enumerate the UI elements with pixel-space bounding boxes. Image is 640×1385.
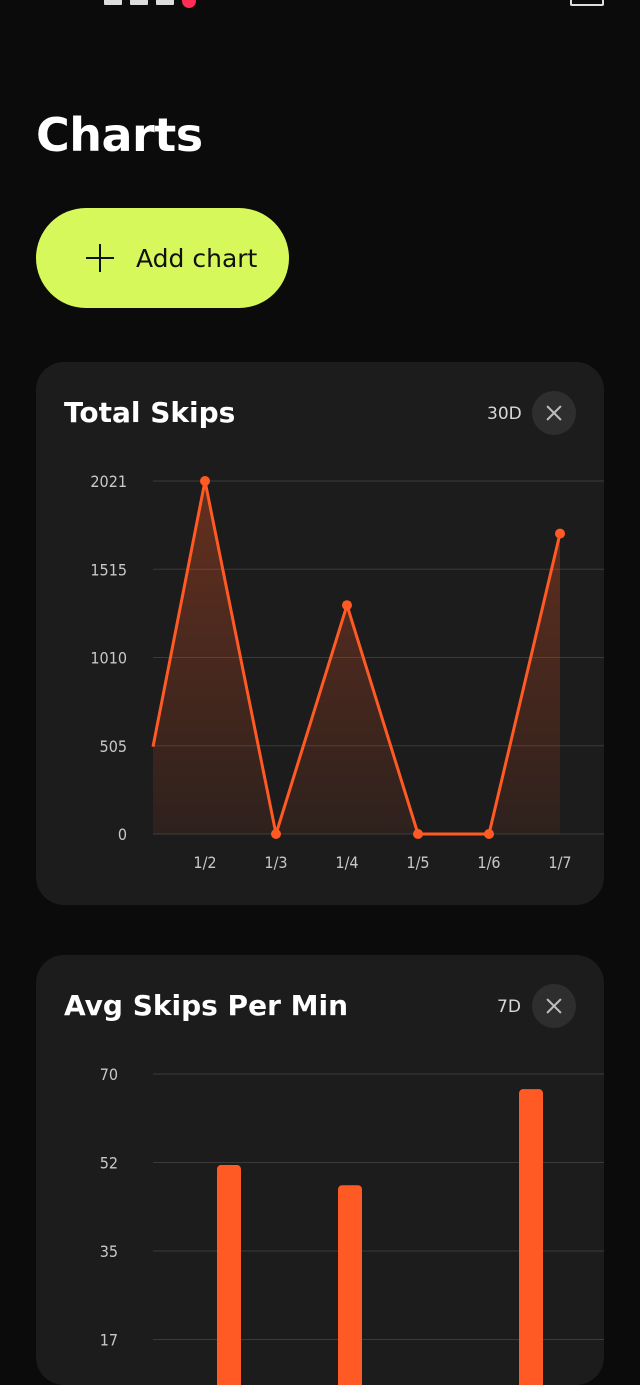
plus-icon <box>86 244 114 272</box>
y-tick-label: 17 <box>100 1331 118 1350</box>
status-icons-right <box>570 0 604 6</box>
bar-chart: 70 52 35 17 <box>100 1065 604 1385</box>
data-point <box>413 829 423 839</box>
signal-icon <box>104 0 122 5</box>
data-point <box>271 829 281 839</box>
data-point <box>342 600 352 611</box>
data-point <box>484 829 494 839</box>
signal-icon <box>130 0 148 5</box>
y-tick-label: 1010 <box>90 649 127 668</box>
wifi-icon <box>156 0 174 5</box>
chart-card-avg-skips-per-min: Avg Skips Per Min 7D 70 52 35 17 <box>36 955 604 1385</box>
bar <box>338 1185 362 1385</box>
x-tick-label: 1/5 <box>406 853 429 872</box>
x-tick-label: 1/4 <box>335 853 358 872</box>
status-icons-left <box>104 0 196 8</box>
x-tick-label: 1/3 <box>264 853 287 872</box>
y-tick-label: 0 <box>118 825 127 844</box>
data-point <box>555 528 565 539</box>
chart-card-total-skips: Total Skips 30D 2021 1515 1010 505 0 1/2 1/3 1/… <box>36 362 604 905</box>
y-tick-label: 35 <box>100 1242 118 1261</box>
x-tick-label: 1/7 <box>548 853 571 872</box>
battery-icon <box>570 0 604 6</box>
line-chart: 2021 1515 1010 505 0 1/2 1/3 1/4 1/5 1/6 1/7 <box>90 472 604 872</box>
bar <box>519 1089 543 1385</box>
y-tick-label: 2021 <box>90 472 127 491</box>
notification-dot-icon <box>182 0 196 8</box>
bar <box>217 1165 241 1385</box>
add-chart-button[interactable]: Add chart <box>36 208 289 308</box>
page-title: Charts <box>36 108 203 162</box>
x-tick-label: 1/6 <box>477 853 500 872</box>
data-point <box>200 476 210 486</box>
y-tick-label: 70 <box>100 1065 118 1084</box>
y-tick-label: 505 <box>100 737 127 756</box>
y-tick-label: 1515 <box>90 560 127 579</box>
y-tick-label: 52 <box>100 1154 118 1173</box>
status-bar <box>0 0 640 12</box>
x-tick-label: 1/2 <box>193 853 216 872</box>
add-chart-label: Add chart <box>136 243 258 273</box>
